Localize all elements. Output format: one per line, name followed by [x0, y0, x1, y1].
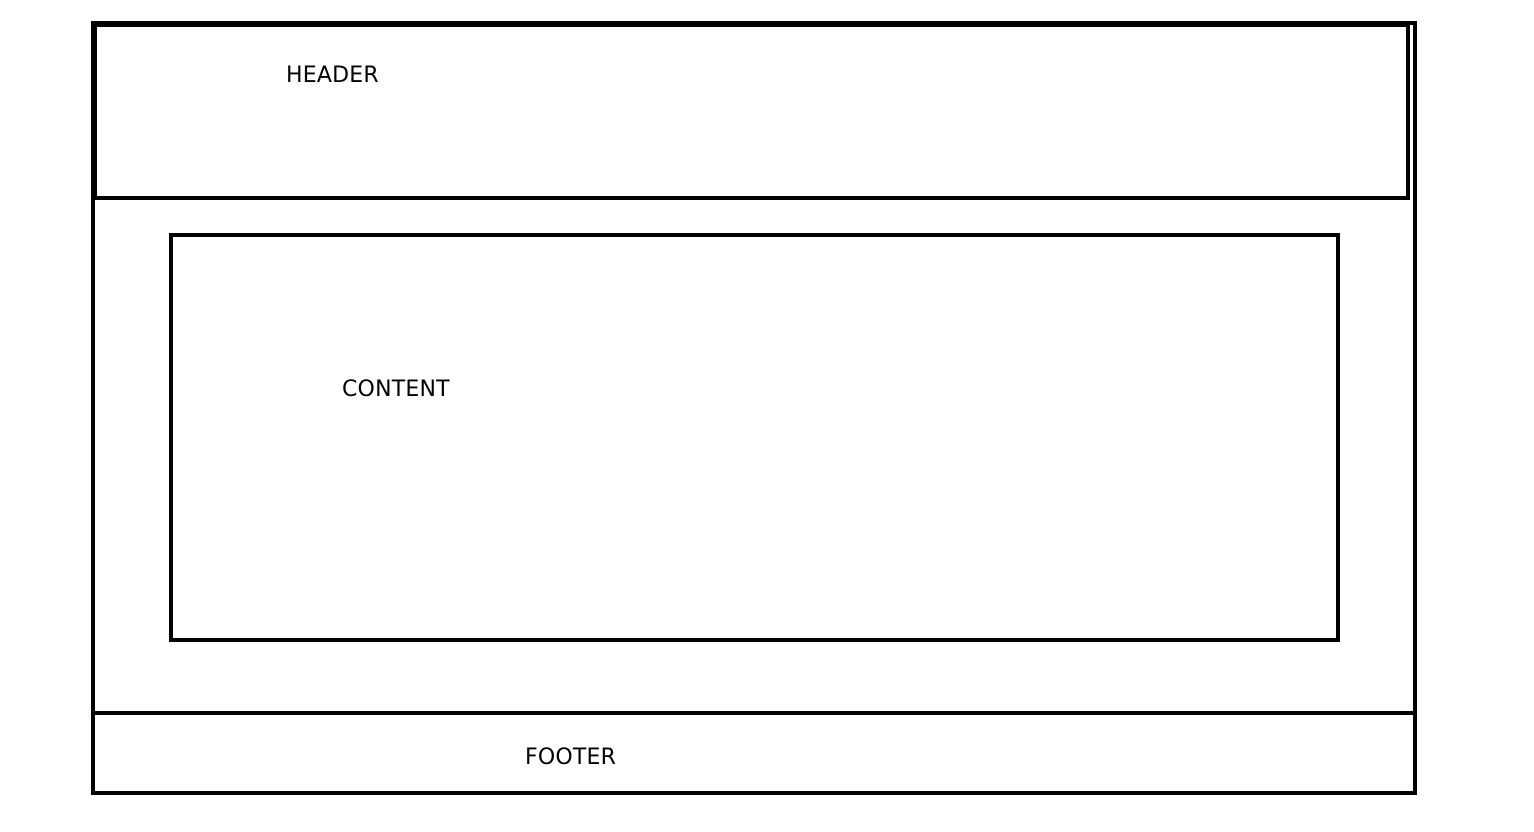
header-label: HEADER [286, 63, 379, 88]
content-region [169, 233, 1340, 642]
content-label: CONTENT [342, 377, 450, 402]
header-region [93, 23, 1410, 200]
footer-label: FOOTER [525, 745, 617, 770]
footer-region [91, 711, 1417, 795]
